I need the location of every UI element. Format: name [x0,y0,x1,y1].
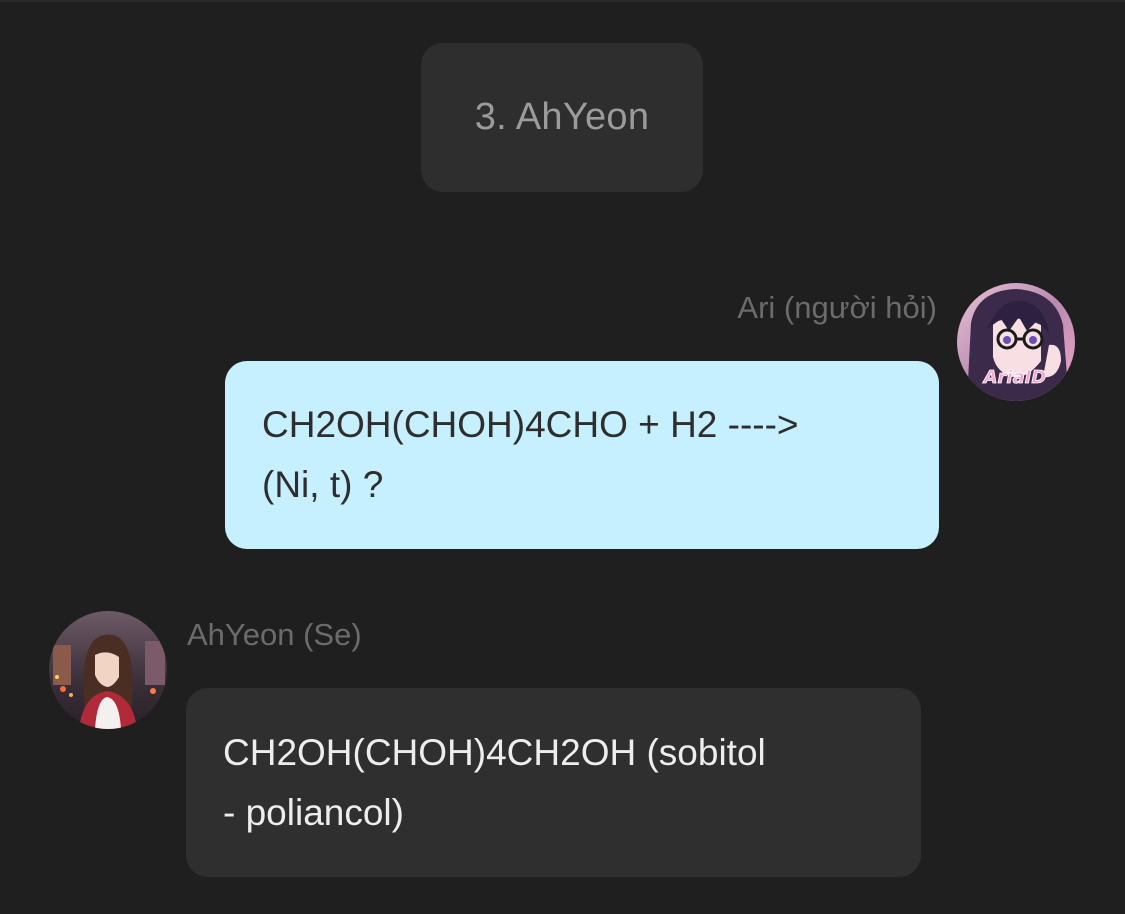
message-line: CH2OH(CHOH)4CHO + H2 ----> [262,404,799,445]
avatar-ari[interactable]: AriaID [957,283,1075,401]
anime-girl-city-night-avatar-icon [49,611,167,729]
message-line: - poliancol) [223,792,404,833]
sender-name-ari: Ari (người hỏi) [737,290,937,325]
sender-name-ahyeon: AhYeon (Se) [187,617,362,652]
message-bubble-ari[interactable]: CH2OH(CHOH)4CHO + H2 ----> (Ni, t) ? [225,361,939,549]
message-line: (Ni, t) ? [262,464,384,505]
chat-title-chip: 3. AhYeon [421,43,703,192]
message-line: CH2OH(CHOH)4CH2OH (sobitol [223,732,766,773]
message-bubble-ahyeon[interactable]: CH2OH(CHOH)4CH2OH (sobitol - poliancol) [186,688,921,877]
anime-girl-glasses-avatar-icon: AriaID [957,283,1075,401]
top-divider [0,0,1125,2]
chat-title: 3. AhYeon [474,96,650,138]
avatar-ahyeon[interactable] [49,611,167,729]
avatar-caption: AriaID [982,367,1047,388]
